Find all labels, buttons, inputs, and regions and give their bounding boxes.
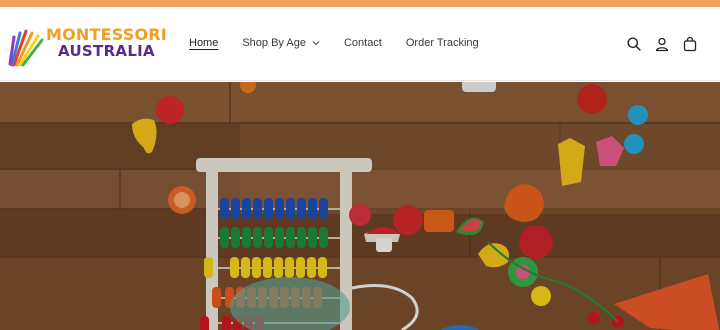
header-icons [614,36,698,52]
nav-order-tracking[interactable]: Order Tracking [406,37,479,49]
chevron-down-icon [312,41,320,46]
nav-contact[interactable]: Contact [344,37,382,49]
pencils-logo-icon [8,29,44,67]
logo-line-2: AUSTRALIA [58,42,155,60]
hero-image [0,82,720,330]
search-icon[interactable] [626,36,642,52]
main-nav: Home Shop By Age Contact Order Tracking [189,37,503,49]
cart-icon[interactable] [682,36,698,52]
announcement-bar [0,0,720,7]
logo[interactable]: MONTESSORI AUSTRALIA [8,25,167,69]
site-header: MONTESSORI AUSTRALIA Home Shop By Age Co… [0,7,720,81]
nav-shop-by-age[interactable]: Shop By Age [242,37,320,49]
nav-home[interactable]: Home [189,37,218,49]
account-icon[interactable] [654,36,670,52]
logo-line-1: MONTESSORI [46,25,167,44]
hero-banner [0,82,720,330]
